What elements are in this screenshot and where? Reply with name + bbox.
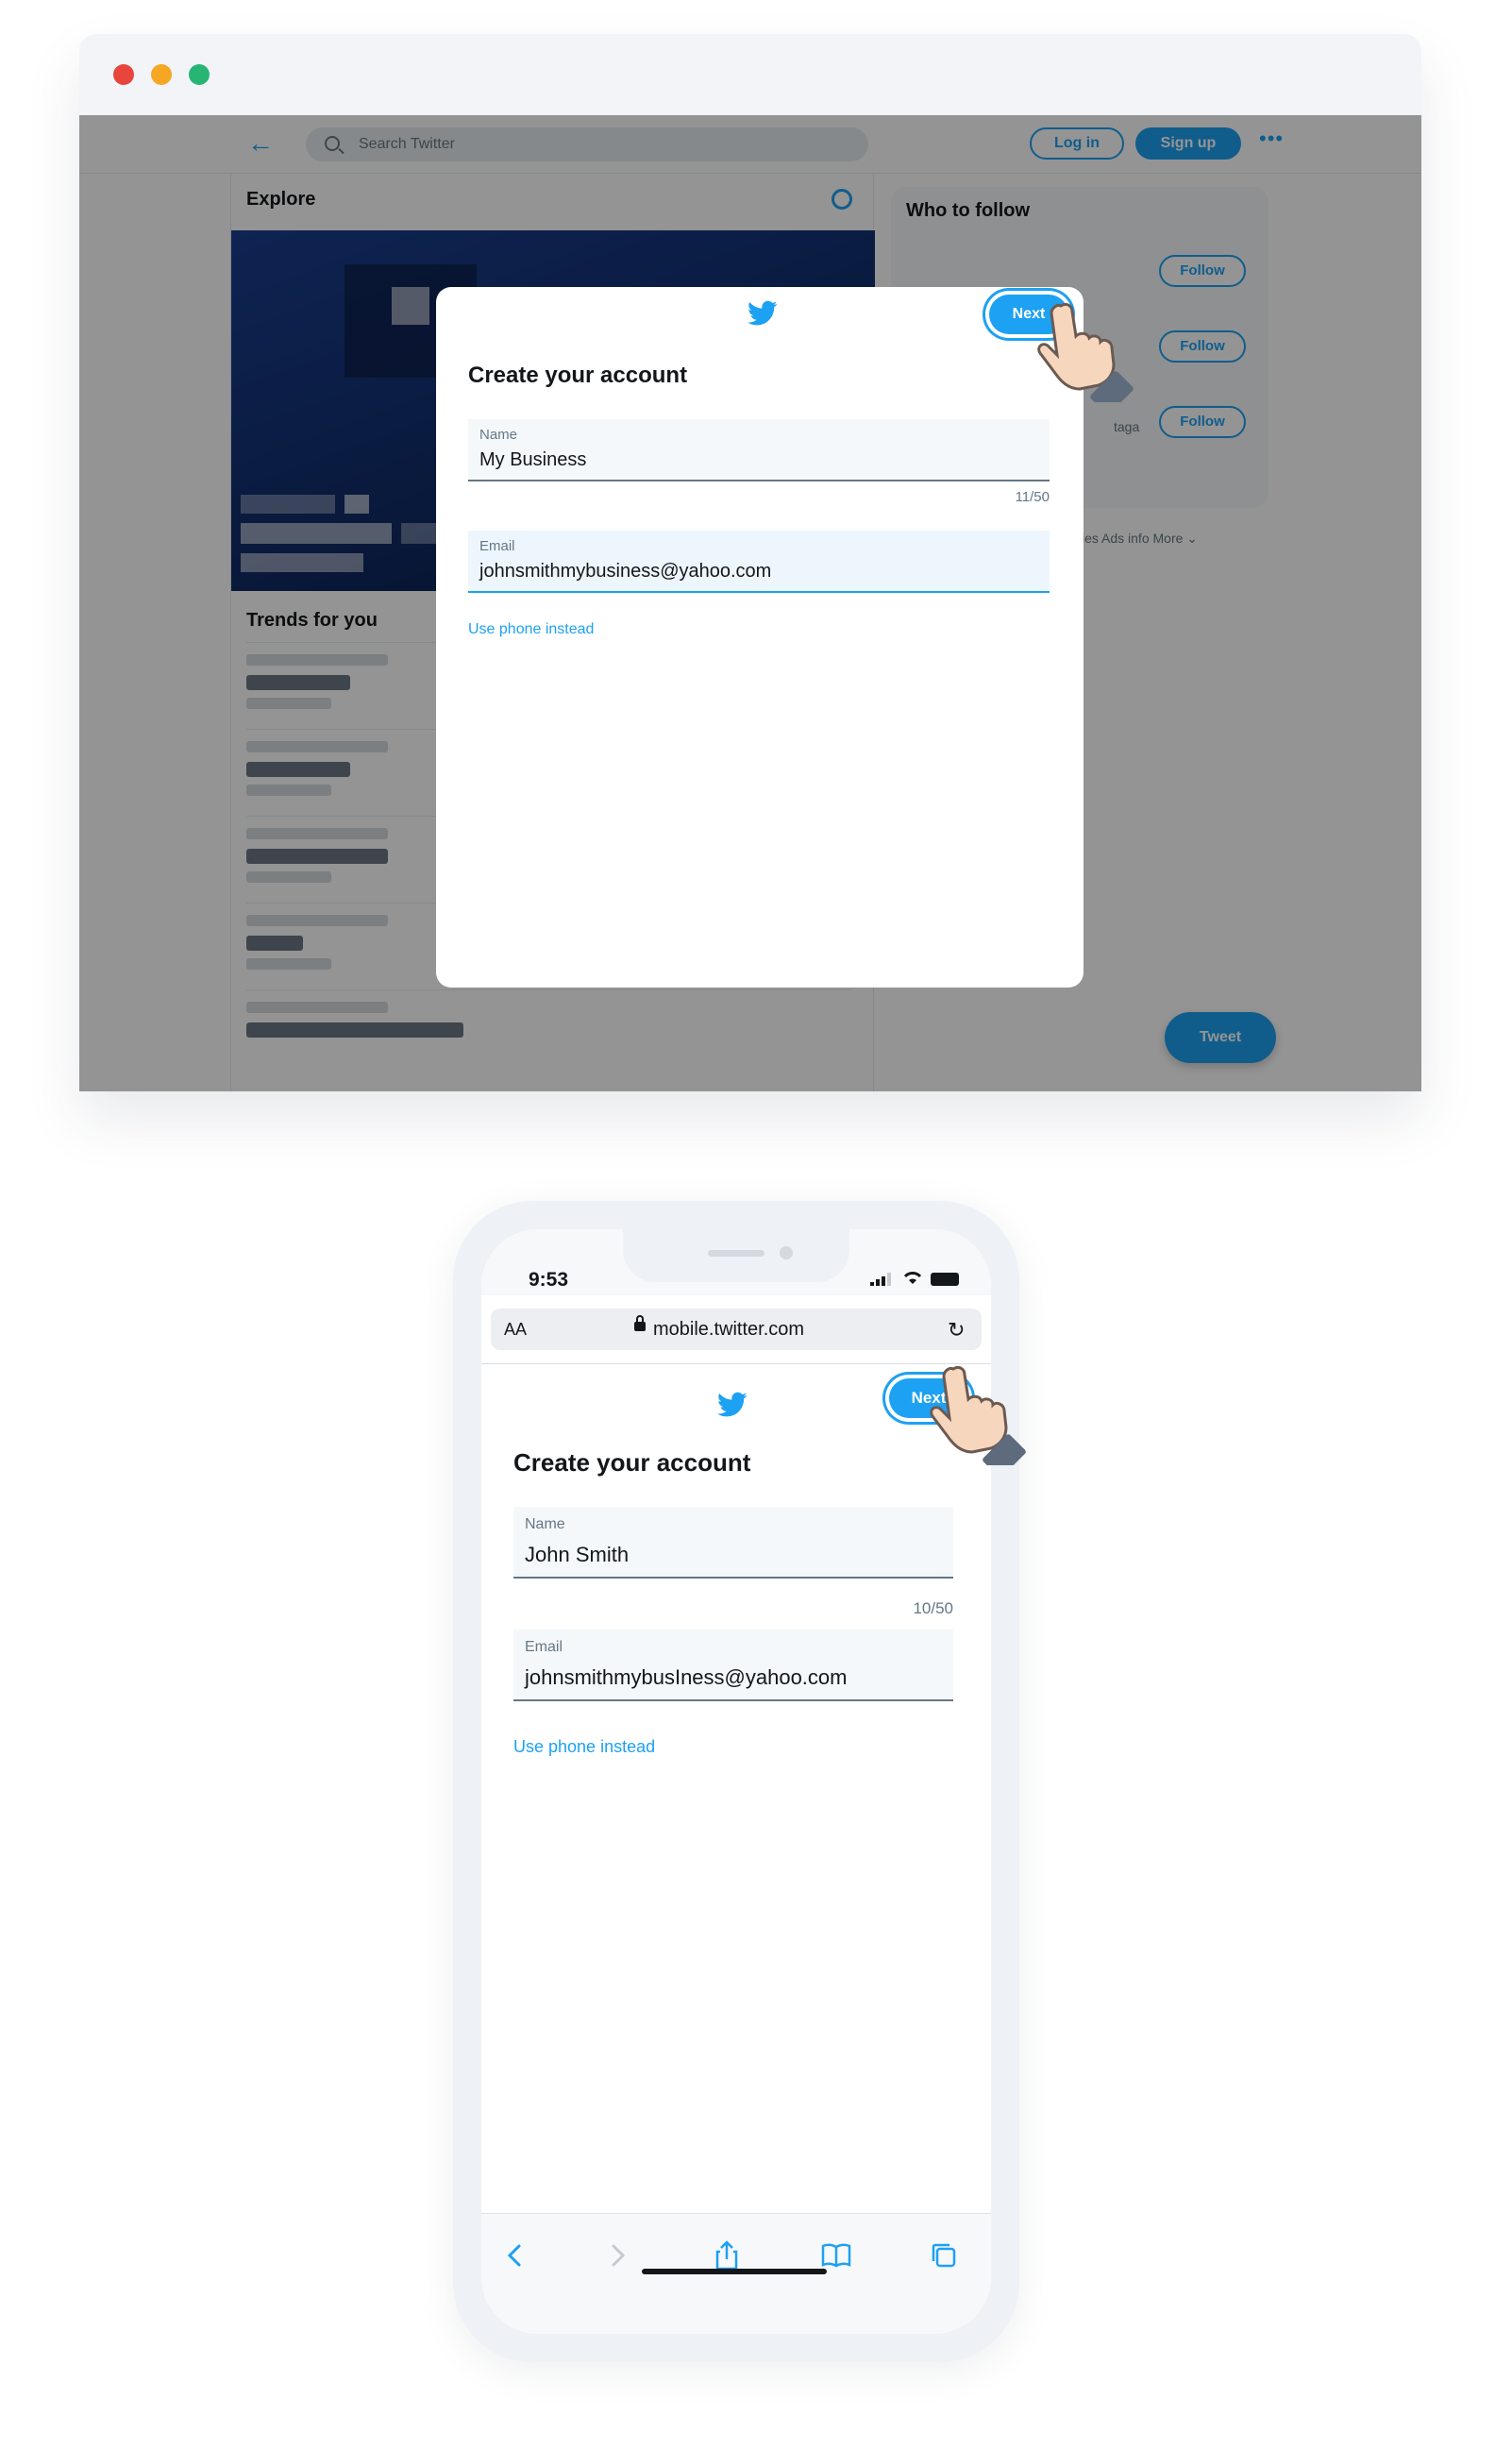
twitter-bird-icon (748, 300, 778, 326)
use-phone-link[interactable]: Use phone instead (513, 1737, 655, 1757)
name-char-counter: 11/50 (1015, 489, 1050, 505)
browser-content: ← Search Twitter Log in Sign up ••• Expl… (79, 115, 1421, 1091)
lock-icon (634, 1315, 646, 1331)
signal-icon (870, 1273, 891, 1286)
status-time: 9:53 (529, 1269, 569, 1291)
front-camera (780, 1246, 793, 1259)
name-label: Name (525, 1516, 565, 1532)
mobile-phone-frame: 9:53 AA mobile.twitter.com ↻ Next Create… (453, 1201, 1026, 2362)
safari-toolbar (481, 2213, 991, 2334)
status-bar: 9:53 (481, 1229, 991, 1295)
url-text[interactable]: mobile.twitter.com (653, 1319, 804, 1341)
home-indicator (642, 2269, 827, 2274)
email-value[interactable]: johnsmithmybusiness@yahoo.com (479, 561, 771, 583)
chevron-left-icon[interactable] (496, 2237, 534, 2274)
maximize-window-button[interactable] (189, 64, 210, 85)
minimize-window-button[interactable] (151, 64, 172, 85)
name-char-counter: 10/50 (913, 1599, 953, 1617)
divider (481, 1363, 991, 1364)
hand-pointer-icon (930, 1365, 1026, 1465)
name-field[interactable]: Name John Smith (513, 1507, 953, 1579)
text-size-button[interactable]: AA (504, 1320, 527, 1340)
wifi-icon (903, 1272, 922, 1284)
close-window-button[interactable] (113, 64, 134, 85)
speaker (708, 1250, 764, 1257)
name-value[interactable]: John Smith (525, 1543, 629, 1567)
modal-title: Create your account (468, 363, 688, 388)
chevron-right-icon[interactable] (598, 2237, 636, 2274)
name-field[interactable]: Name My Business (468, 419, 1050, 481)
create-account-modal: Next Create your account Name My Busines… (436, 287, 1084, 988)
hand-pointer-icon (1037, 302, 1134, 402)
address-bar[interactable]: AA mobile.twitter.com ↻ (491, 1309, 982, 1350)
email-label: Email (525, 1639, 563, 1655)
email-field[interactable]: Email johnsmithmybusIness@yahoo.com (513, 1630, 953, 1701)
browser-title-bar (79, 34, 1421, 115)
reload-icon[interactable]: ↻ (948, 1318, 965, 1343)
twitter-bird-icon (717, 1392, 748, 1417)
tabs-icon[interactable] (925, 2237, 963, 2274)
desktop-browser-window: ← Search Twitter Log in Sign up ••• Expl… (79, 34, 1421, 1091)
phone-screen: 9:53 AA mobile.twitter.com ↻ Next Create… (481, 1229, 991, 2334)
battery-icon (931, 1273, 959, 1286)
phone-notch (623, 1229, 849, 1282)
page-title: Create your account (513, 1448, 751, 1477)
name-label: Name (479, 427, 518, 443)
email-label: Email (479, 538, 515, 554)
email-field[interactable]: Email johnsmithmybusiness@yahoo.com (468, 531, 1050, 593)
use-phone-link[interactable]: Use phone instead (468, 621, 594, 638)
name-value[interactable]: My Business (479, 449, 586, 471)
email-value[interactable]: johnsmithmybusIness@yahoo.com (525, 1665, 847, 1690)
